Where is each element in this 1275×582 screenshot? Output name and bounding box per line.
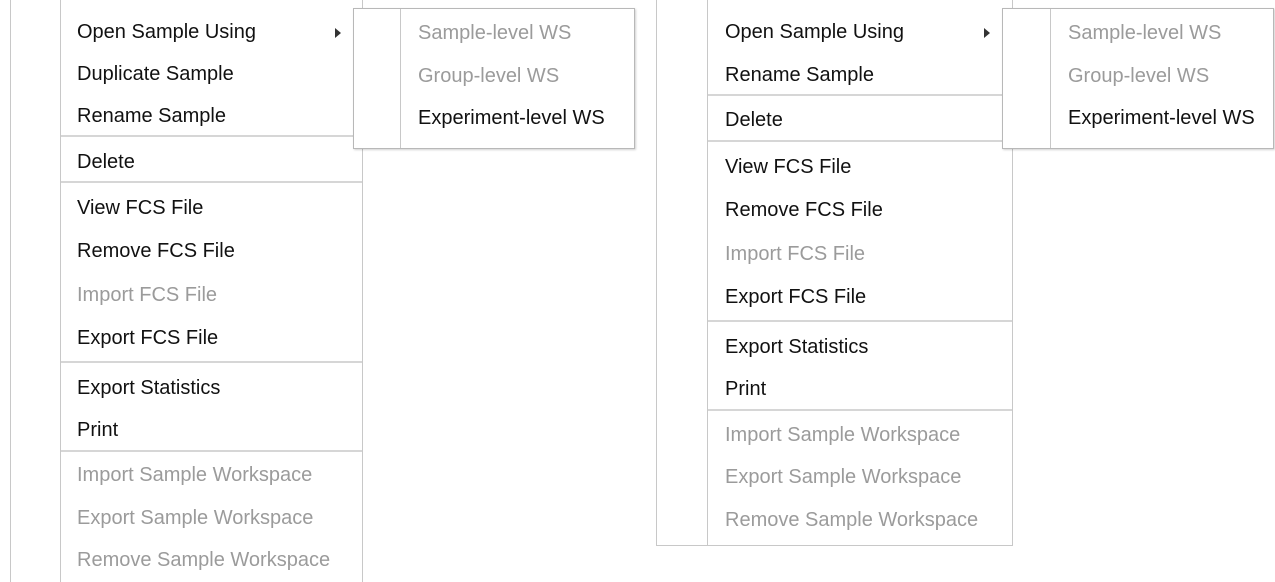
submenu-item-group-level-ws: Group-level WS xyxy=(418,64,634,88)
menu-item-remove-fcs-file[interactable]: Remove FCS File xyxy=(77,239,362,263)
menu-separator xyxy=(61,181,362,183)
submenu-item-label: Sample-level WS xyxy=(1068,22,1222,44)
menu-item-delete[interactable]: Delete xyxy=(725,108,1012,132)
menu-item-view-fcs-file[interactable]: View FCS File xyxy=(725,155,1012,179)
menu-item-label: Remove Sample Workspace xyxy=(77,549,331,571)
menu-item-export-fcs-file[interactable]: Export FCS File xyxy=(77,326,362,350)
menu-separator xyxy=(61,135,362,137)
menu-item-print[interactable]: Print xyxy=(77,418,362,442)
menu-gutter-divider xyxy=(707,0,708,545)
right-context-menu: Open Sample Using Rename Sample Delete V… xyxy=(656,0,1013,546)
menu-item-import-sample-workspace: Import Sample Workspace xyxy=(725,423,1012,447)
submenu-arrow-icon xyxy=(335,28,341,38)
submenu-item-experiment-level-ws[interactable]: Experiment-level WS xyxy=(418,106,634,130)
left-context-menu: Open Sample Using Duplicate Sample Renam… xyxy=(10,0,363,582)
menu-item-label: Delete xyxy=(725,109,783,131)
menu-item-label: Print xyxy=(725,378,767,400)
submenu-gutter-divider xyxy=(1050,9,1051,148)
menu-item-view-fcs-file[interactable]: View FCS File xyxy=(77,196,362,220)
menu-item-import-sample-workspace: Import Sample Workspace xyxy=(77,463,362,487)
submenu-item-sample-level-ws: Sample-level WS xyxy=(418,21,634,45)
left-open-sample-submenu: Sample-level WS Group-level WS Experimen… xyxy=(353,8,635,149)
menu-item-rename-sample[interactable]: Rename Sample xyxy=(725,63,1012,87)
menu-item-label: Import FCS File xyxy=(77,284,218,306)
submenu-item-label: Sample-level WS xyxy=(418,22,572,44)
menu-item-import-fcs-file: Import FCS File xyxy=(77,283,362,307)
menu-item-export-statistics[interactable]: Export Statistics xyxy=(725,335,1012,359)
menu-item-print[interactable]: Print xyxy=(725,377,1012,401)
submenu-item-sample-level-ws: Sample-level WS xyxy=(1068,21,1273,45)
submenu-item-group-level-ws: Group-level WS xyxy=(1068,64,1273,88)
menu-item-label: Remove Sample Workspace xyxy=(725,509,979,531)
menu-item-rename-sample[interactable]: Rename Sample xyxy=(77,104,362,128)
menu-item-label: Duplicate Sample xyxy=(77,63,234,85)
submenu-item-label: Group-level WS xyxy=(418,65,560,87)
menu-item-label: Rename Sample xyxy=(77,105,226,127)
menu-item-open-sample-using[interactable]: Open Sample Using xyxy=(725,20,1012,44)
menu-item-remove-sample-workspace: Remove Sample Workspace xyxy=(77,548,362,572)
menu-separator xyxy=(708,94,1012,96)
menu-item-label: Print xyxy=(77,419,119,441)
menu-item-label: Import Sample Workspace xyxy=(77,464,313,486)
menu-item-remove-fcs-file[interactable]: Remove FCS File xyxy=(725,198,1012,222)
menu-item-import-fcs-file: Import FCS File xyxy=(725,242,1012,266)
menu-item-export-statistics[interactable]: Export Statistics xyxy=(77,376,362,400)
menu-item-label: Export Statistics xyxy=(725,336,869,358)
menu-item-label: Import Sample Workspace xyxy=(725,424,961,446)
menu-item-label: Export Sample Workspace xyxy=(77,507,314,529)
menu-item-export-fcs-file[interactable]: Export FCS File xyxy=(725,285,1012,309)
submenu-item-label: Experiment-level WS xyxy=(1068,107,1255,129)
menu-item-label: Rename Sample xyxy=(725,64,874,86)
menu-separator xyxy=(61,361,362,363)
submenu-item-label: Group-level WS xyxy=(1068,65,1210,87)
submenu-item-experiment-level-ws[interactable]: Experiment-level WS xyxy=(1068,106,1273,130)
right-open-sample-submenu: Sample-level WS Group-level WS Experimen… xyxy=(1002,8,1274,149)
menu-item-open-sample-using[interactable]: Open Sample Using xyxy=(77,20,362,44)
menu-item-remove-sample-workspace: Remove Sample Workspace xyxy=(725,508,1012,532)
menu-separator xyxy=(61,450,362,452)
submenu-item-label: Experiment-level WS xyxy=(418,107,605,129)
menu-item-label: Open Sample Using xyxy=(77,21,256,43)
menu-item-label: Remove FCS File xyxy=(77,240,235,262)
menu-item-label: Export Statistics xyxy=(77,377,221,399)
menu-item-label: Delete xyxy=(77,151,135,173)
submenu-gutter-divider xyxy=(400,9,401,148)
menu-item-label: View FCS File xyxy=(725,156,852,178)
menu-item-duplicate-sample[interactable]: Duplicate Sample xyxy=(77,62,362,86)
menu-item-label: Export FCS File xyxy=(77,327,219,349)
menu-separator xyxy=(708,320,1012,322)
menu-separator xyxy=(708,140,1012,142)
menu-item-label: Open Sample Using xyxy=(725,21,904,43)
menu-item-delete[interactable]: Delete xyxy=(77,150,362,174)
menu-item-label: View FCS File xyxy=(77,197,204,219)
submenu-arrow-icon xyxy=(984,28,990,38)
menu-item-export-sample-workspace: Export Sample Workspace xyxy=(77,506,362,530)
menu-item-export-sample-workspace: Export Sample Workspace xyxy=(725,465,1012,489)
menu-item-label: Export Sample Workspace xyxy=(725,466,962,488)
menu-item-label: Export FCS File xyxy=(725,286,867,308)
menu-gutter-divider xyxy=(60,0,61,582)
menu-item-label: Remove FCS File xyxy=(725,199,883,221)
menu-separator xyxy=(708,409,1012,411)
menu-item-label: Import FCS File xyxy=(725,243,866,265)
